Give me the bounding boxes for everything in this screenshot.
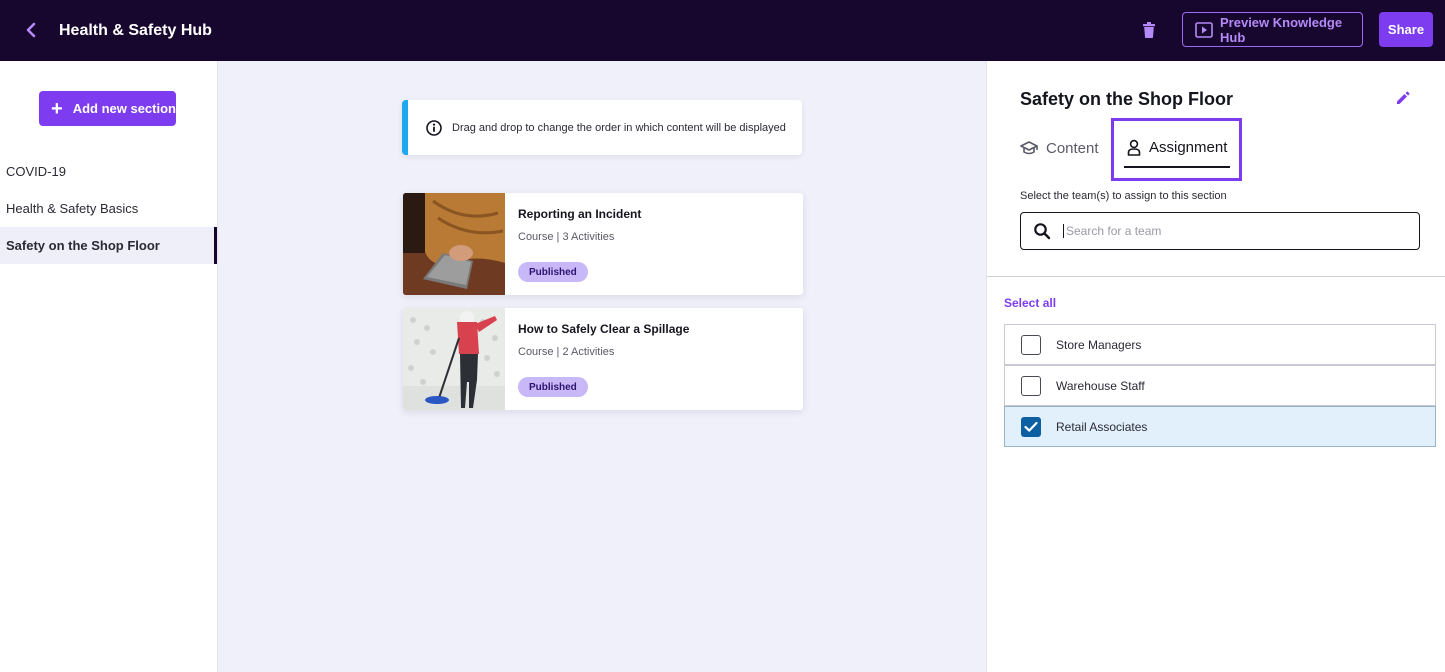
person-icon bbox=[1126, 139, 1142, 156]
play-icon bbox=[1195, 21, 1213, 38]
assign-hint: Select the team(s) to assign to this sec… bbox=[1020, 190, 1227, 202]
course-title: Reporting an Incident bbox=[518, 207, 642, 221]
status-badge: Published bbox=[518, 377, 588, 397]
course-card[interactable]: How to Safely Clear a Spillage Course | … bbox=[403, 308, 803, 410]
trash-icon bbox=[1143, 22, 1155, 38]
course-meta: Course | 3 Activities bbox=[518, 231, 615, 243]
preview-label: Preview Knowledge Hub bbox=[1220, 14, 1343, 45]
sections-sidebar: + Add new section COVID-19 Health & Safe… bbox=[0, 61, 218, 672]
course-thumbnail bbox=[403, 193, 505, 295]
back-button[interactable] bbox=[20, 18, 42, 42]
team-checkbox[interactable] bbox=[1021, 334, 1041, 355]
info-text: Drag and drop to change the order in whi… bbox=[452, 121, 786, 134]
plus-icon: + bbox=[51, 97, 63, 120]
share-button[interactable]: Share bbox=[1379, 12, 1433, 47]
team-search-input[interactable] bbox=[1063, 224, 1393, 238]
team-row-warehouse-staff[interactable]: Warehouse Staff bbox=[1004, 365, 1436, 406]
course-type: Course bbox=[518, 231, 554, 243]
top-bar: Health & Safety Hub Preview Knowledge Hu… bbox=[0, 0, 1445, 61]
sidebar-item-safety-on-the-shop-floor[interactable]: Safety on the Shop Floor bbox=[0, 227, 217, 264]
course-meta: Course | 2 Activities bbox=[518, 346, 615, 358]
course-card[interactable]: Reporting an Incident Course | 3 Activit… bbox=[403, 193, 803, 295]
divider bbox=[987, 276, 1445, 277]
tab-content[interactable]: Content bbox=[1020, 136, 1099, 160]
preview-knowledge-hub-button[interactable]: Preview Knowledge Hub bbox=[1182, 12, 1363, 47]
course-type: Course bbox=[518, 346, 554, 358]
team-row-retail-associates[interactable]: Retail Associates bbox=[1004, 406, 1436, 447]
search-icon bbox=[1033, 222, 1051, 240]
team-checkbox[interactable] bbox=[1021, 375, 1041, 396]
status-badge: Published bbox=[518, 262, 588, 282]
course-thumbnail bbox=[403, 308, 505, 410]
chevron-left-icon bbox=[26, 22, 36, 38]
course-title: How to Safely Clear a Spillage bbox=[518, 322, 690, 336]
team-checkbox[interactable] bbox=[1021, 416, 1041, 437]
sidebar-item-health-safety-basics[interactable]: Health & Safety Basics bbox=[0, 190, 217, 227]
section-details-panel: Safety on the Shop Floor Content Assignm… bbox=[986, 61, 1445, 672]
section-title: Safety on the Shop Floor bbox=[1020, 89, 1234, 109]
tab-assignment-inner: Assignment bbox=[1124, 135, 1230, 168]
add-section-label: Add new section bbox=[72, 101, 176, 116]
pencil-icon bbox=[1397, 91, 1410, 104]
course-activities: 2 Activities bbox=[562, 346, 615, 358]
delete-button[interactable] bbox=[1139, 19, 1159, 41]
course-activities: 3 Activities bbox=[562, 231, 615, 243]
select-all-link[interactable]: Select all bbox=[1004, 296, 1056, 310]
team-name: Warehouse Staff bbox=[1056, 378, 1145, 393]
tab-content-label: Content bbox=[1046, 139, 1099, 157]
page-title: Health & Safety Hub bbox=[59, 22, 212, 39]
team-row-store-managers[interactable]: Store Managers bbox=[1004, 324, 1436, 365]
team-name: Retail Associates bbox=[1056, 419, 1148, 434]
team-name: Store Managers bbox=[1056, 337, 1142, 352]
sidebar-item-covid-19[interactable]: COVID-19 bbox=[0, 153, 217, 190]
edit-title-button[interactable] bbox=[1395, 90, 1411, 106]
checkmark-icon bbox=[1024, 421, 1038, 432]
graduation-cap-icon bbox=[1020, 140, 1038, 156]
info-banner: Drag and drop to change the order in whi… bbox=[402, 100, 802, 155]
tab-assignment[interactable]: Assignment bbox=[1111, 118, 1242, 181]
info-icon bbox=[426, 119, 442, 136]
team-search-box bbox=[1020, 212, 1420, 250]
add-new-section-button[interactable]: + Add new section bbox=[39, 91, 176, 126]
tab-assignment-label: Assignment bbox=[1149, 139, 1228, 156]
